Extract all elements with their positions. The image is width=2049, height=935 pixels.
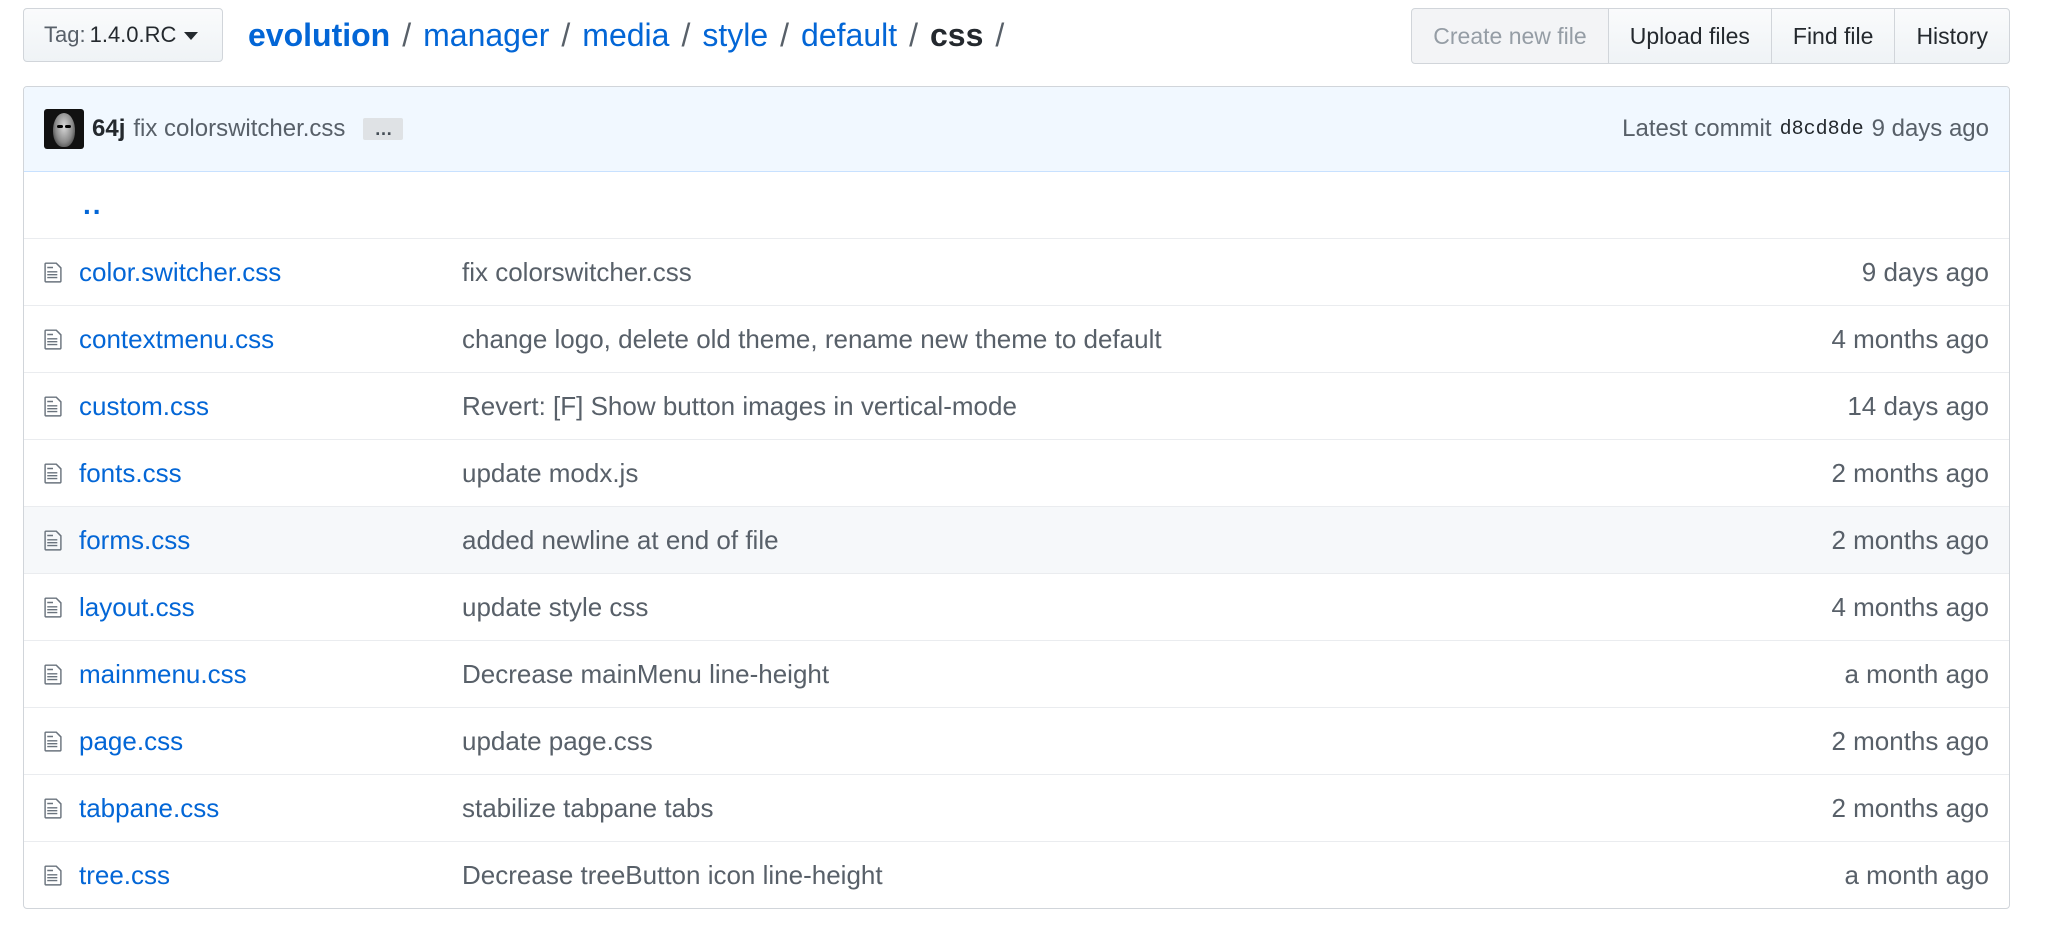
avatar-eye [57, 125, 63, 128]
upload-files-button[interactable]: Upload files [1607, 8, 1772, 64]
file-commit-message-link[interactable]: update style css [462, 592, 648, 623]
latest-commit-info: Latest commit d8cd8de 9 days ago [1622, 87, 1989, 171]
file-list: 64j fix colorswitcher.css … Latest commi… [23, 86, 2010, 909]
file-age: 9 days ago [1861, 256, 1989, 287]
file-commit-message-link[interactable]: update modx.js [462, 458, 638, 489]
file-name-link[interactable]: custom.css [79, 391, 209, 422]
commit-age: 9 days ago [1871, 115, 1989, 142]
file-age: 2 months ago [1831, 524, 1989, 555]
breadcrumb-separator: / [681, 16, 691, 53]
file-age: a month ago [1844, 658, 1989, 689]
file-icon [44, 260, 62, 283]
commit-message-link[interactable]: fix colorswitcher.css [133, 115, 345, 143]
file-name-link[interactable]: fonts.css [79, 458, 182, 489]
breadcrumb-separator: / [995, 16, 1005, 53]
file-row[interactable]: mainmenu.css Decrease mainMenu line-heigh… [24, 641, 2009, 708]
breadcrumb-current: css [930, 16, 984, 53]
file-row[interactable]: tree.css Decrease treeButton icon line-he… [24, 842, 2009, 908]
file-age: 4 months ago [1831, 323, 1989, 354]
file-name-link[interactable]: contextmenu.css [79, 324, 274, 355]
file-commit-message-link[interactable]: Decrease mainMenu line-height [462, 659, 829, 690]
file-row[interactable]: layout.css update style css 4 months ago [24, 574, 2009, 641]
file-row[interactable]: forms.css added newline at end of file 2 m… [24, 507, 2009, 574]
breadcrumb-separator: / [561, 16, 571, 53]
file-name-link[interactable]: layout.css [79, 592, 195, 623]
latest-commit-bar: 64j fix colorswitcher.css … Latest commi… [24, 87, 2009, 172]
tag-value: 1.4.0.RC [89, 22, 177, 47]
avatar[interactable] [44, 109, 84, 149]
parent-directory-link[interactable]: .. [83, 189, 103, 221]
avatar-face [53, 113, 75, 147]
avatar-eye [65, 125, 71, 128]
file-row[interactable]: custom.css Revert: [F] Show button images… [24, 373, 2009, 440]
file-icon [44, 662, 62, 685]
file-commit-message-link[interactable]: Revert: [F] Show button images in vertic… [462, 391, 1017, 422]
file-name-link[interactable]: tree.css [79, 860, 170, 891]
file-age: 4 months ago [1831, 591, 1989, 622]
file-age: 2 months ago [1831, 792, 1989, 823]
tag-prefix: Tag: [44, 22, 86, 47]
file-commit-message-link[interactable]: fix colorswitcher.css [462, 257, 692, 288]
caret-down-icon [184, 32, 199, 40]
file-rows: color.switcher.css fix colorswitcher.css 9… [24, 239, 2009, 908]
latest-commit-label: Latest commit [1622, 115, 1772, 142]
file-navigation: Tag: 1.4.0.RC evolution / manager / medi… [23, 8, 2010, 66]
find-file-button[interactable]: Find file [1770, 8, 1896, 64]
history-button[interactable]: History [1894, 8, 2010, 64]
file-name-link[interactable]: color.switcher.css [79, 257, 281, 288]
breadcrumb: evolution / manager / media / style / de… [248, 8, 1016, 62]
file-name-link[interactable]: forms.css [79, 525, 190, 556]
file-commit-message-link[interactable]: stabilize tabpane tabs [462, 793, 714, 824]
file-row[interactable]: fonts.css update modx.js 2 months ago [24, 440, 2009, 507]
create-new-file-button[interactable]: Create new file [1411, 8, 1609, 64]
file-row[interactable]: contextmenu.css change logo, delete old t… [24, 306, 2009, 373]
file-commit-message-link[interactable]: update page.css [462, 726, 653, 757]
file-age: 2 months ago [1831, 457, 1989, 488]
breadcrumb-separator: / [402, 16, 412, 53]
file-commit-message-link[interactable]: added newline at end of file [462, 525, 779, 556]
file-icon [44, 461, 62, 484]
breadcrumb-link-default[interactable]: default [801, 17, 897, 54]
commit-sha-link[interactable]: d8cd8de [1780, 118, 1864, 141]
file-row[interactable]: color.switcher.css fix colorswitcher.css 9… [24, 239, 2009, 306]
breadcrumb-repo-link[interactable]: evolution [248, 17, 390, 54]
commit-author-link[interactable]: 64j [92, 115, 125, 143]
file-icon [44, 796, 62, 819]
breadcrumb-separator: / [909, 16, 918, 53]
file-icon [44, 863, 62, 886]
file-commit-message-link[interactable]: change logo, delete old theme, rename ne… [462, 324, 1162, 355]
file-age: 2 months ago [1831, 725, 1989, 756]
file-name-link[interactable]: mainmenu.css [79, 659, 247, 690]
file-name-link[interactable]: page.css [79, 726, 183, 757]
file-age: a month ago [1844, 859, 1989, 890]
expand-commit-button[interactable]: … [363, 118, 404, 140]
file-commit-message-link[interactable]: Decrease treeButton icon line-height [462, 860, 883, 891]
file-icon [44, 327, 62, 350]
file-actions-group: Create new file Upload files Find file H… [1411, 8, 2010, 64]
breadcrumb-link-media[interactable]: media [582, 17, 669, 54]
file-row[interactable]: page.css update page.css 2 months ago [24, 708, 2009, 775]
file-icon [44, 729, 62, 752]
breadcrumb-link-style[interactable]: style [702, 17, 768, 54]
file-name-link[interactable]: tabpane.css [79, 793, 219, 824]
breadcrumb-link-manager[interactable]: manager [423, 17, 549, 54]
file-icon [44, 394, 62, 417]
file-row[interactable]: tabpane.css stabilize tabpane tabs 2 month… [24, 775, 2009, 842]
breadcrumb-separator: / [780, 16, 790, 53]
file-icon [44, 528, 62, 551]
file-age: 14 days ago [1847, 390, 1989, 421]
file-icon [44, 595, 62, 618]
branch-tag-select[interactable]: Tag: 1.4.0.RC [23, 8, 223, 62]
parent-directory-row: .. [24, 172, 2009, 239]
